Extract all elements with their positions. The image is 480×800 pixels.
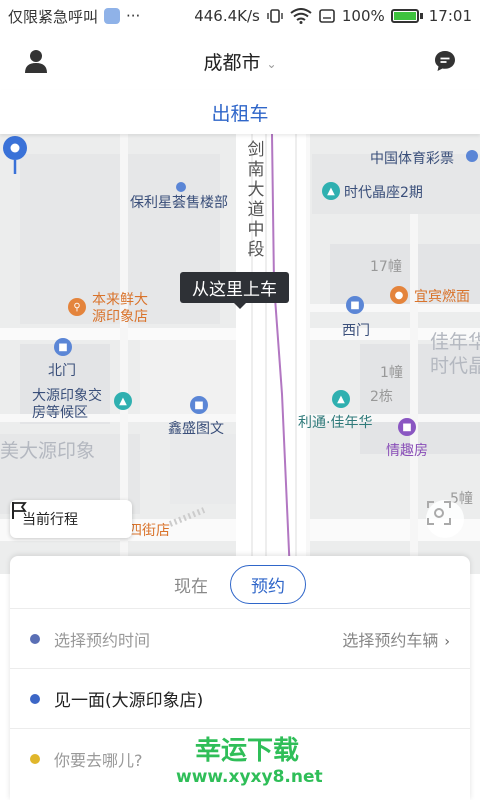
poi-dot-icon (176, 182, 186, 192)
building-icon: ▲ (332, 390, 350, 408)
vehicle-placeholder: 选择预约车辆 (342, 630, 439, 650)
vibrate-icon (267, 9, 283, 23)
start-dot-icon (30, 693, 40, 704)
mode-now-button[interactable]: 现在 (174, 572, 208, 597)
pickup-pin-icon[interactable] (0, 134, 30, 174)
poi-jianian-area: 佳年华 时代晶 (430, 330, 480, 378)
food-icon: ● (390, 286, 408, 304)
poi-benlai: 本来鲜大 源印象店 (92, 292, 148, 326)
watermark: 幸运下载 www.xyxy8.net (176, 736, 323, 788)
current-trip-button[interactable]: 当前行程 (10, 500, 132, 538)
pickup-tooltip: 从这里上车 (180, 272, 289, 309)
locate-icon (427, 501, 451, 525)
wifi-icon (290, 8, 312, 24)
building-icon: ▲ (322, 182, 340, 200)
poi-jianian-line2: 时代晶 (430, 355, 480, 377)
gate-icon: ■ (346, 296, 364, 314)
city-name: 成都市 (203, 52, 261, 74)
start-location: 见一面(大源印象店) (54, 691, 204, 711)
poi-xinsheng: 鑫盛图文 (168, 421, 224, 437)
app-notification-icon (104, 8, 121, 24)
poi-ximen: 西门 (342, 323, 370, 339)
chat-icon[interactable] (434, 50, 456, 72)
poi-dayuan-line1: 大源印象交 (32, 388, 102, 404)
map-view[interactable]: 剑南大道中段 中国体育彩票 保利星荟售楼部 ▲ 时代晶座2期 17幢 ⚲ 本来鲜… (0, 134, 480, 574)
more-notifications: ··· (126, 7, 141, 25)
clock-icon (30, 633, 40, 644)
chevron-down-icon: ⌄ (266, 56, 277, 71)
status-right: 446.4K/s 100% 17:01 (194, 7, 472, 25)
road-name: 剑南大道中段 (247, 140, 265, 260)
poi-dayuan: 大源印象交 房等候区 (32, 388, 102, 422)
time-placeholder: 选择预约时间 (54, 630, 151, 650)
reservation-time-row[interactable]: 选择预约时间 选择预约车辆 › (10, 608, 470, 668)
destination-dot-icon (30, 753, 40, 764)
tab-taxi[interactable]: 出租车 (211, 99, 268, 126)
battery-percent: 100% (341, 7, 385, 25)
poi-marker-icon (466, 150, 478, 162)
building-1: 1幢 (380, 365, 403, 381)
net-speed: 446.4K/s (194, 7, 260, 25)
app-header: 成都市 ⌄ (0, 32, 480, 90)
poi-jianian-line1: 佳年华 (430, 331, 480, 353)
current-trip-label: 当前行程 (22, 512, 78, 528)
gate-icon: ■ (54, 338, 72, 356)
poi-yibin: 宜宾燃面 (414, 289, 470, 305)
poi-china-lottery: 中国体育彩票 (370, 151, 454, 167)
clock: 17:01 (428, 7, 472, 25)
hotel-icon: ■ (398, 418, 416, 436)
status-left: 仅限紧急呼叫 ··· (8, 6, 140, 27)
poi-qingqu: 情趣房 (386, 443, 428, 459)
service-tabs: 出租车 (0, 90, 480, 134)
mode-toggle: 现在 预约 (10, 564, 470, 604)
vehicle-selector[interactable]: 选择预约车辆 › (342, 627, 450, 651)
city-selector[interactable]: 成都市 ⌄ (0, 48, 480, 75)
card-icon (319, 9, 335, 23)
poi-benlai-line2: 源印象店 (92, 309, 148, 325)
shop-icon: ■ (190, 396, 208, 414)
destination-placeholder: 你要去哪儿? (54, 750, 143, 770)
poi-meidayuan: 美大源印象 (0, 440, 96, 462)
status-bar: 仅限紧急呼叫 ··· 446.4K/s 100% 17:01 (0, 0, 480, 32)
poi-beimen: 北门 (48, 363, 76, 379)
locate-button[interactable] (426, 500, 464, 538)
flag-icon (12, 502, 27, 519)
battery-cap (419, 13, 423, 19)
poi-times-plaza: 时代晶座2期 (344, 185, 423, 201)
restaurant-icon: ⚲ (68, 298, 86, 316)
watermark-title: 幸运下载 (194, 736, 299, 766)
poi-dayuan-line2: 房等候区 (32, 405, 88, 421)
watermark-site: www.xyxy8.net (176, 767, 323, 787)
building-17: 17幢 (370, 259, 402, 275)
chevron-right-icon: › (444, 633, 450, 650)
building-2: 2栋 (370, 389, 393, 405)
poi-baoli: 保利星荟售楼部 (130, 195, 228, 211)
building-icon: ▲ (114, 392, 132, 410)
poi-benlai-line1: 本来鲜大 (92, 292, 148, 308)
start-location-row[interactable]: 见一面(大源印象店) (10, 668, 470, 728)
mode-reserve-button[interactable]: 预约 (230, 564, 306, 604)
carrier-text: 仅限紧急呼叫 (8, 7, 99, 26)
poi-litong: 利通·佳年华 (298, 415, 373, 431)
poi-sijie: 四街店 (128, 523, 170, 539)
battery-icon (390, 9, 419, 23)
